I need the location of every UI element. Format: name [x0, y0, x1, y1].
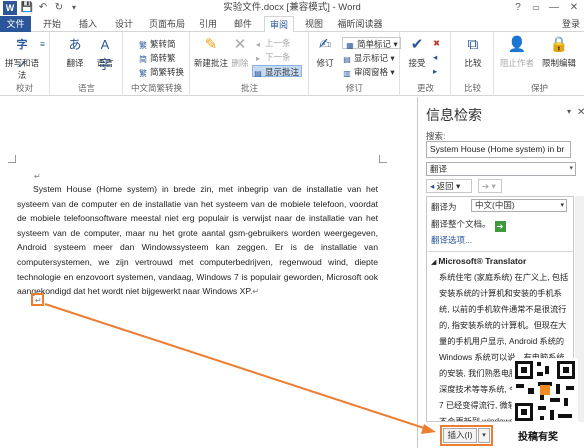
arrow-head — [421, 424, 436, 434]
tutorial-arrow — [44, 303, 436, 434]
qr-code-image — [512, 358, 578, 424]
arrow-line — [44, 303, 431, 431]
word-window: { "titlebar": { "title": "实验文件.docx [兼容模… — [0, 0, 584, 448]
watermark-caption: 投稿有奖 — [518, 432, 558, 443]
